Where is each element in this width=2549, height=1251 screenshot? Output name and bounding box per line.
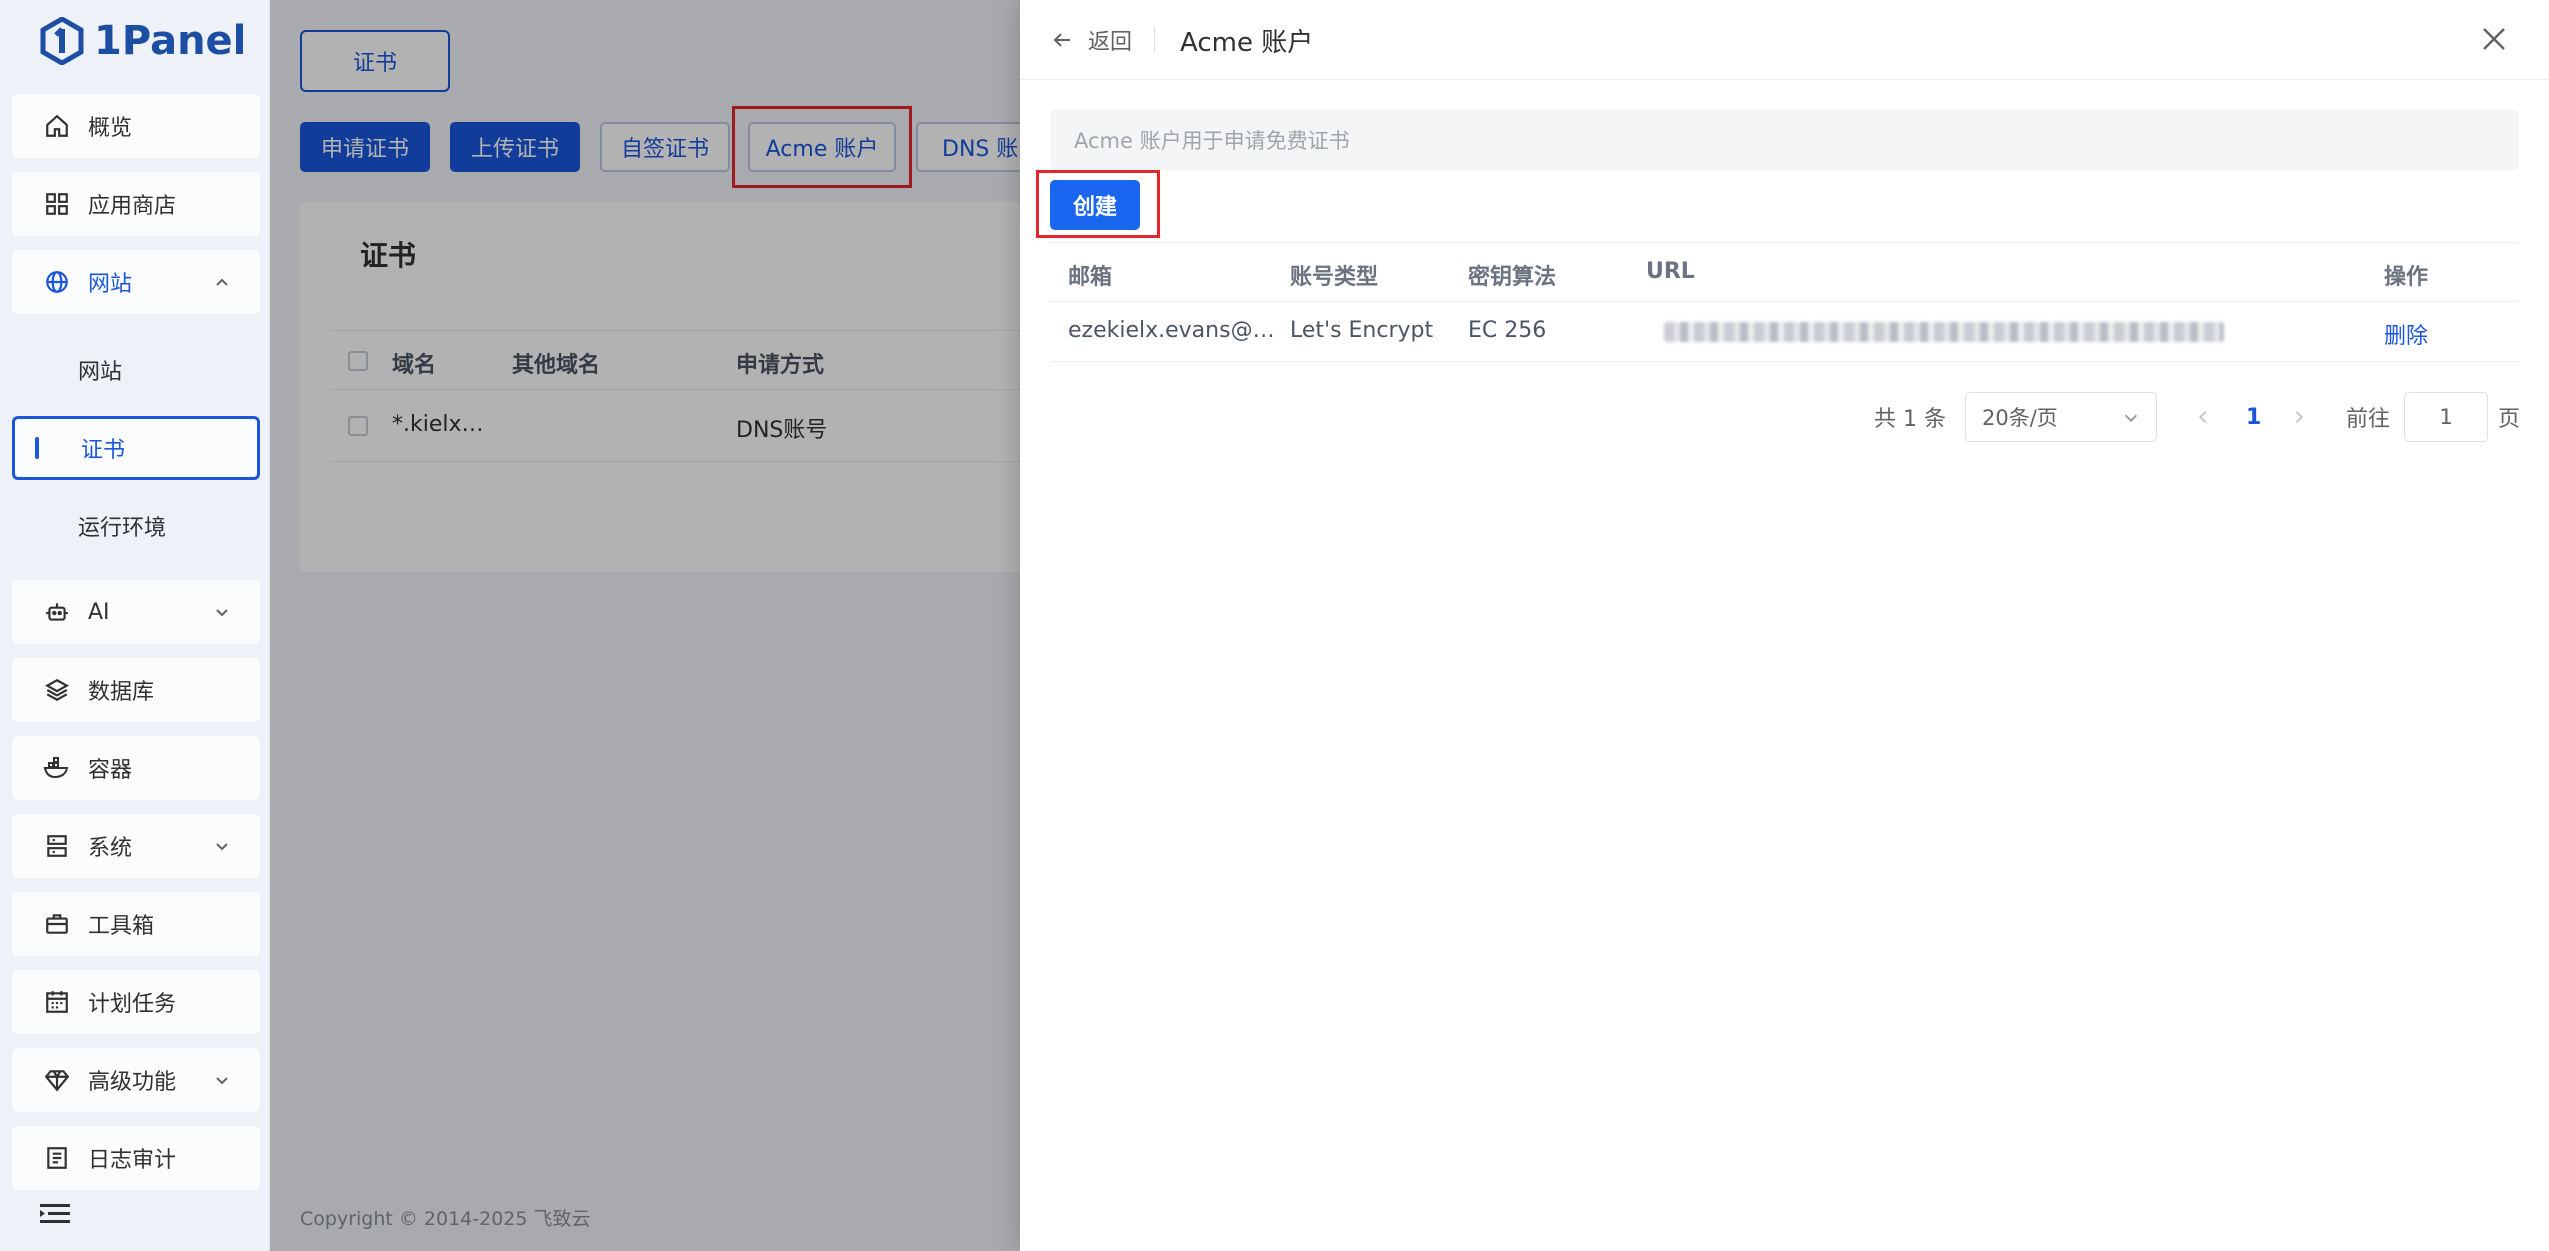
home-icon [42,111,72,141]
create-button[interactable]: 创建 [1050,180,1140,230]
sidebar-item-website[interactable]: 网站 [12,250,260,314]
sidebar-subitem-label: 证书 [81,438,126,463]
sidebar-item-label: 网站 [88,272,133,297]
toolbox-icon [42,909,72,939]
sidebar-item-database[interactable]: 数据库 [12,658,260,722]
sidebar-subitem-website[interactable]: 网站 [12,338,260,402]
sidebar-item-label: 高级功能 [88,1070,177,1095]
page-size-value: 20条/页 [1982,406,2058,430]
header-divider [1154,26,1155,52]
col-email: 邮箱 [1068,265,1113,290]
sidebar-subitem-certificate[interactable]: 证书 [12,416,260,480]
sidebar-item-system[interactable]: 系统 [12,814,260,878]
arrow-left-icon [1053,33,1070,47]
col-account-type: 账号类型 [1290,265,1379,290]
sidebar-item-container[interactable]: 容器 [12,736,260,800]
sidebar-subitem-runtime[interactable]: 运行环境 [12,494,260,558]
sidebar-item-toolbox[interactable]: 工具箱 [12,892,260,956]
back-label: 返回 [1088,30,1133,55]
robot-icon [42,597,72,627]
sidebar-item-label: AI [88,599,110,625]
acme-table-header: 邮箱 账号类型 密钥算法 URL 操作 [1050,242,2519,302]
cell-url-redacted [1664,322,2224,342]
page-suffix: 页 [2498,407,2521,432]
sidebar: 1Panel 概览 应用商店 网站 网站 证书 运行环境 AI 数据库 容器 系… [0,0,270,1251]
chevron-down-icon [2124,414,2138,422]
sidebar-item-log-audit[interactable]: 日志审计 [12,1126,260,1190]
docker-icon [42,753,72,783]
sidebar-item-label: 应用商店 [88,194,177,219]
prev-page-icon[interactable] [2194,408,2212,426]
sidebar-item-label: 数据库 [88,680,155,705]
log-icon [42,1143,72,1173]
sidebar-item-overview[interactable]: 概览 [12,94,260,158]
calendar-icon [42,987,72,1017]
sidebar-item-cron[interactable]: 计划任务 [12,970,260,1034]
server-icon [42,831,72,861]
table-row: ezekielx.evans@… Let's Encrypt EC 256 删除 [1050,302,2519,362]
diamond-icon [42,1065,72,1095]
sidebar-item-advanced[interactable]: 高级功能 [12,1048,260,1112]
apps-grid-icon [42,189,72,219]
drawer-title: Acme 账户 [1180,28,1314,58]
sidebar-item-label: 工具箱 [88,914,155,939]
col-key-algorithm: 密钥算法 [1468,265,1557,290]
brand-logo[interactable]: 1Panel [40,14,246,68]
goto-page-input[interactable] [2404,392,2488,442]
sidebar-item-label: 系统 [88,836,133,861]
chevron-down-icon [216,843,228,851]
sidebar-item-label: 容器 [88,758,133,783]
cell-key-algorithm: EC 256 [1468,318,1547,343]
cell-email: ezekielx.evans@… [1068,318,1275,343]
sidebar-subitem-label: 网站 [78,360,123,385]
info-tip: Acme 账户用于申请免费证书 [1050,110,2519,170]
next-page-icon[interactable] [2290,408,2308,426]
sidebar-item-app-store[interactable]: 应用商店 [12,172,260,236]
chevron-down-icon [216,609,228,617]
close-icon[interactable] [2479,24,2509,54]
goto-label: 前往 [2346,407,2391,432]
acme-account-drawer: 返回 Acme 账户 Acme 账户用于申请免费证书 创建 邮箱 账号类型 密钥… [1020,0,2549,1251]
sidebar-item-label: 概览 [88,116,133,141]
cell-account-type: Let's Encrypt [1290,318,1434,343]
globe-icon [42,267,72,297]
drawer-header: 返回 Acme 账户 [1020,0,2549,80]
logo-hexagon-icon [40,17,84,65]
chevron-down-icon [216,1077,228,1085]
col-operations: 操作 [2384,265,2429,290]
pagination-total: 共 1 条 [1874,407,1946,432]
sidebar-item-ai[interactable]: AI [12,580,260,644]
page-size-select[interactable]: 20条/页 [1965,392,2157,442]
sidebar-item-label: 计划任务 [88,992,177,1017]
delete-link[interactable]: 删除 [2384,318,2428,350]
col-url: URL [1646,259,1695,284]
brand-name: 1Panel [94,18,247,64]
menu-collapse-icon[interactable] [40,1202,70,1226]
back-button[interactable]: 返回 [1050,24,1132,56]
chevron-up-icon [216,278,228,286]
sidebar-subitem-label: 运行环境 [78,516,167,541]
current-page[interactable]: 1 [2246,392,2261,442]
sidebar-item-label: 日志审计 [88,1148,177,1173]
layers-icon [42,675,72,705]
